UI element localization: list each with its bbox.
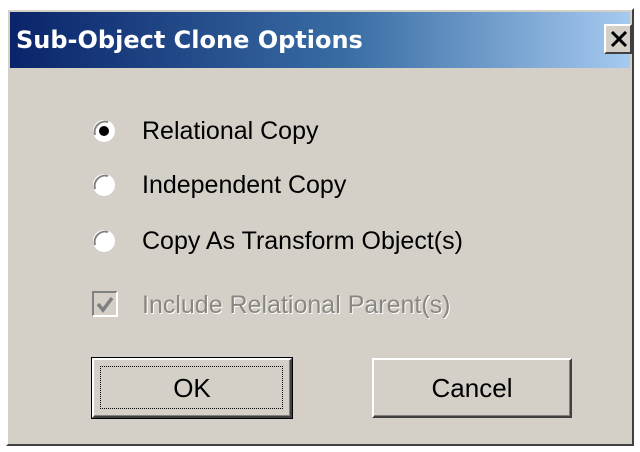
ok-button-label: OK <box>173 373 211 403</box>
close-icon <box>610 31 628 47</box>
relational-copy-label: Relational Copy <box>142 117 319 145</box>
radio-relational-copy[interactable]: Relational Copy <box>92 114 532 146</box>
close-button[interactable] <box>604 24 632 54</box>
radio-selected-icon <box>93 120 115 142</box>
radio-independent-copy[interactable]: Independent Copy <box>92 168 532 200</box>
radio-copy-as-transform[interactable]: Copy As Transform Object(s) <box>92 224 532 256</box>
cancel-button[interactable]: Cancel <box>372 358 572 418</box>
cancel-button-label: Cancel <box>431 373 513 403</box>
include-relational-parents-checkbox[interactable]: Include Relational Parent(s) <box>92 288 532 320</box>
copy-as-transform-label: Copy As Transform Object(s) <box>142 227 463 255</box>
title-bar: Sub-Object Clone Options <box>10 12 632 68</box>
sub-object-clone-options-dialog: Sub-Object Clone Options Relational Copy… <box>6 8 634 446</box>
radio-unselected-icon <box>93 174 115 196</box>
include-relational-parents-label: Include Relational Parent(s) <box>142 291 451 319</box>
checkbox-checked-disabled-icon <box>92 291 118 317</box>
ok-button[interactable]: OK <box>91 357 293 419</box>
independent-copy-label: Independent Copy <box>142 171 347 199</box>
radio-unselected-icon <box>93 230 115 252</box>
window-title: Sub-Object Clone Options <box>16 26 363 54</box>
